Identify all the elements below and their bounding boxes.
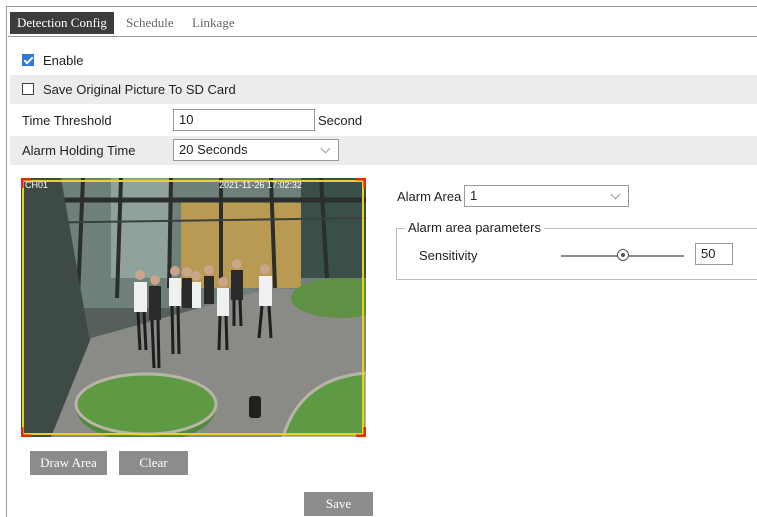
sensitivity-slider[interactable] [561, 249, 684, 261]
alarm-holding-value: 20 Seconds [179, 142, 248, 157]
alarm-area-parameters-group: Alarm area parameters Sensitivity 50 [396, 220, 757, 280]
save-picture-row: Save Original Picture To SD Card [10, 75, 757, 104]
save-picture-checkbox[interactable] [22, 83, 34, 95]
draw-area-button[interactable]: Draw Area [30, 451, 107, 475]
alarm-holding-row: Alarm Holding Time 20 Seconds [10, 136, 757, 165]
alarm-holding-label: Alarm Holding Time [22, 143, 136, 158]
alarm-area-parameters-legend: Alarm area parameters [405, 220, 544, 236]
chevron-down-icon [610, 189, 621, 200]
alarm-area-value: 1 [470, 188, 478, 203]
time-threshold-row: Time Threshold 10 Second [10, 106, 757, 135]
time-threshold-label: Time Threshold [22, 113, 112, 128]
save-button[interactable]: Save [304, 492, 373, 516]
enable-checkbox[interactable] [22, 54, 34, 66]
video-preview[interactable]: CH01 2021-11-26 17:02:32 [21, 178, 366, 437]
tab-detection-config[interactable]: Detection Config [10, 12, 114, 34]
camera-scene [21, 178, 366, 437]
tab-schedule[interactable]: Schedule [119, 12, 181, 34]
time-threshold-unit: Second [318, 113, 363, 128]
sensitivity-label: Sensitivity [419, 248, 478, 263]
alarm-area-label: Alarm Area [397, 189, 462, 204]
video-timestamp-osd: 2021-11-26 17:02:32 [219, 180, 302, 190]
chevron-down-icon [320, 143, 331, 154]
clear-button[interactable]: Clear [119, 451, 188, 475]
alarm-area-select[interactable]: 1 [464, 185, 629, 207]
tab-bar: Detection Config Schedule Linkage [8, 10, 757, 37]
enable-row: Enable [10, 46, 757, 75]
video-channel-osd: CH01 [25, 180, 49, 190]
save-picture-label: Save Original Picture To SD Card [43, 82, 236, 97]
tab-linkage[interactable]: Linkage [185, 12, 242, 34]
alarm-holding-select[interactable]: 20 Seconds [173, 139, 339, 161]
sensitivity-input[interactable]: 50 [695, 243, 733, 265]
sensitivity-slider-handle[interactable] [616, 249, 629, 261]
enable-label: Enable [43, 53, 84, 68]
time-threshold-input[interactable]: 10 [173, 109, 315, 131]
